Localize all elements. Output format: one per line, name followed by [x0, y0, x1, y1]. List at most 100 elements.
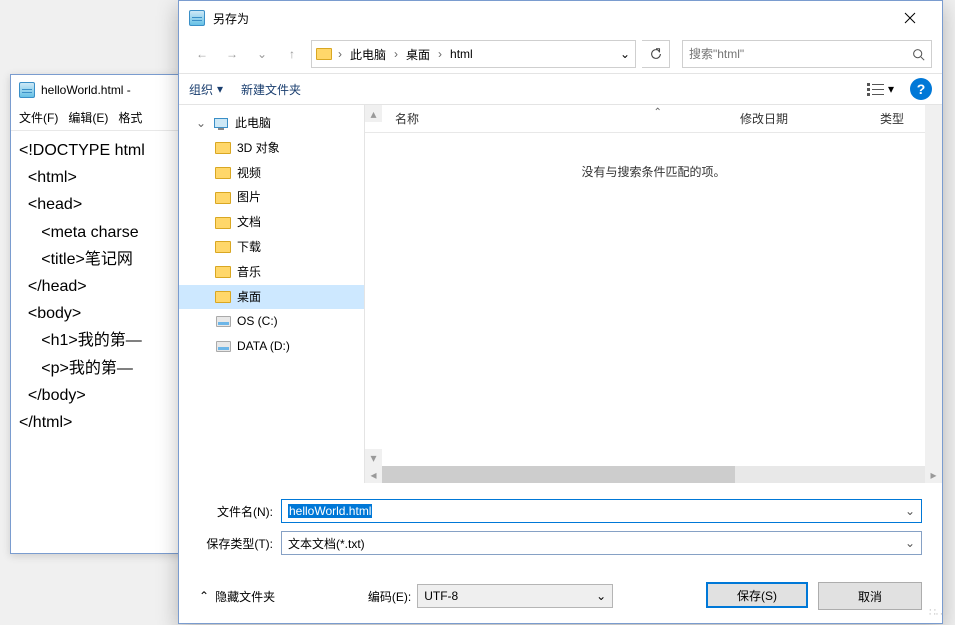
column-headers: ⌃ 名称 修改日期 类型 [365, 105, 942, 133]
menu-edit[interactable]: 编辑(E) [68, 109, 108, 126]
tree-item-label: DATA (D:) [237, 338, 290, 355]
chevron-down-icon: ⌄ [620, 47, 630, 61]
tree-scrollbar[interactable]: ▴ ▾ [365, 105, 382, 466]
tree-item-label: 3D 对象 [237, 140, 280, 157]
chevron-down-icon: ⌄ [905, 536, 915, 550]
folder-tree[interactable]: ⌄ 此电脑 3D 对象视频图片文档下载音乐桌面 OS (C:) DATA (D:) [179, 105, 365, 483]
main-pane: ⌄ 此电脑 3D 对象视频图片文档下载音乐桌面 OS (C:) DATA (D:) ▴ … [179, 105, 942, 483]
arrow-up-icon: ↑ [289, 47, 295, 61]
breadcrumb-bar[interactable]: › 此电脑 › 桌面 › html ⌄ [311, 40, 636, 68]
disk-icon [216, 316, 231, 327]
chevron-down-icon: ▾ [888, 82, 894, 96]
tree-item--[interactable]: 下载 [179, 235, 364, 260]
chevron-down-icon: ▾ [217, 82, 223, 96]
tree-item--[interactable]: 音乐 [179, 260, 364, 285]
file-list-area: ▴ ▾ ⌃ 名称 修改日期 类型 没有与搜索条件匹配的项。 ◂ ▸ [365, 105, 942, 483]
vertical-scrollbar[interactable] [925, 105, 942, 466]
tree-item--[interactable]: 图片 [179, 185, 364, 210]
filename-input[interactable]: helloWorld.html [288, 504, 372, 518]
tree-item-label: 音乐 [237, 264, 261, 281]
empty-state: 没有与搜索条件匹配的项。 [365, 133, 942, 466]
filetype-value: 文本文档(*.txt) [282, 535, 365, 552]
column-modified[interactable]: 修改日期 [732, 110, 872, 127]
nav-recent-button[interactable]: ⌄ [249, 41, 275, 67]
arrow-left-icon: ← [196, 47, 208, 61]
close-button[interactable] [888, 3, 932, 33]
filetype-combobox[interactable]: 文本文档(*.txt) ⌄ [281, 531, 922, 555]
dialog-titlebar[interactable]: 另存为 [179, 1, 942, 35]
menu-format[interactable]: 格式 [118, 109, 142, 126]
expand-icon[interactable]: ⌄ [195, 115, 207, 132]
filename-combobox[interactable]: helloWorld.html ⌄ [281, 499, 922, 523]
notepad-title-text: helloWorld.html - [41, 83, 131, 97]
save-button[interactable]: 保存(S) [706, 582, 808, 608]
nav-forward-button[interactable]: → [219, 41, 245, 67]
scroll-down-icon[interactable]: ▾ [365, 449, 382, 466]
sort-asc-icon: ⌃ [654, 107, 662, 118]
scroll-left-icon[interactable]: ◂ [365, 466, 382, 483]
arrow-right-icon: → [226, 47, 238, 61]
resize-grip[interactable]: ⠠⠄⠠⠤⠄ [926, 607, 940, 621]
chevron-down-icon: ⌄ [905, 504, 915, 518]
tree-item-label: 文档 [237, 214, 261, 231]
toolbar: 组织 ▾ 新建文件夹 ▾ ? [179, 73, 942, 105]
filetype-dropdown[interactable]: ⌄ [899, 536, 921, 550]
chevron-down-icon: ⌄ [596, 589, 606, 603]
save-as-dialog: 另存为 ← → ⌄ ↑ › 此电脑 › 桌面 › html ⌄ [178, 0, 943, 624]
horizontal-scrollbar[interactable]: ◂ ▸ [365, 466, 942, 483]
folder-icon [215, 142, 231, 154]
folder-icon [215, 167, 231, 179]
chevron-right-icon: › [436, 47, 444, 61]
nav-row: ← → ⌄ ↑ › 此电脑 › 桌面 › html ⌄ [179, 35, 942, 73]
nav-back-button[interactable]: ← [189, 41, 215, 67]
refresh-button[interactable] [642, 40, 670, 68]
scroll-right-icon[interactable]: ▸ [925, 466, 942, 483]
tree-item-label: OS (C:) [237, 313, 278, 330]
encoding-label: 编码(E): [368, 588, 411, 605]
scrollbar-thumb[interactable] [927, 225, 940, 305]
tree-item--[interactable]: ⌄ 此电脑 [179, 111, 364, 136]
tree-item-label: 桌面 [237, 289, 261, 306]
hide-folders-toggle[interactable]: ⌃ 隐藏文件夹 [199, 588, 275, 605]
folder-icon [215, 266, 231, 278]
folder-icon [316, 48, 332, 60]
dialog-icon [189, 10, 205, 26]
folder-icon [215, 291, 231, 303]
tree-item-label: 此电脑 [235, 115, 271, 132]
menu-file[interactable]: 文件(F) [19, 109, 58, 126]
folder-icon [215, 192, 231, 204]
new-folder-button[interactable]: 新建文件夹 [241, 81, 301, 98]
tree-item--[interactable]: 视频 [179, 161, 364, 186]
help-button[interactable]: ? [910, 78, 932, 100]
refresh-icon [649, 47, 663, 61]
search-input[interactable] [683, 47, 905, 61]
breadcrumb-html[interactable]: html [444, 41, 479, 67]
breadcrumb-dropdown[interactable]: ⌄ [615, 47, 635, 61]
scrollbar-thumb[interactable] [382, 466, 735, 483]
tree-item-label: 图片 [237, 189, 261, 206]
column-name[interactable]: 名称 [387, 110, 732, 127]
chevron-up-icon: ⌃ [199, 589, 209, 603]
encoding-value: UTF-8 [424, 589, 458, 603]
tree-item-data-d-[interactable]: DATA (D:) [179, 334, 364, 359]
organize-menu[interactable]: 组织 ▾ [189, 81, 223, 98]
breadcrumb-this-pc[interactable]: 此电脑 [344, 41, 392, 67]
filename-dropdown[interactable]: ⌄ [899, 504, 921, 518]
search-button[interactable] [905, 48, 931, 61]
view-options[interactable]: ▾ [863, 80, 898, 98]
search-box[interactable] [682, 40, 932, 68]
tree-item--[interactable]: 桌面 [179, 285, 364, 310]
tree-item-os-c-[interactable]: OS (C:) [179, 309, 364, 334]
cancel-button[interactable]: 取消 [818, 582, 922, 610]
tree-item-3d-[interactable]: 3D 对象 [179, 136, 364, 161]
tree-item-label: 视频 [237, 165, 261, 182]
close-icon [904, 12, 916, 24]
encoding-combobox[interactable]: UTF-8 ⌄ [417, 584, 613, 608]
new-folder-label: 新建文件夹 [241, 81, 301, 98]
disk-icon [216, 341, 231, 352]
chevron-down-icon: ⌄ [257, 47, 267, 61]
breadcrumb-desktop[interactable]: 桌面 [400, 41, 436, 67]
tree-item-label: 下载 [237, 239, 261, 256]
tree-item--[interactable]: 文档 [179, 210, 364, 235]
nav-up-button[interactable]: ↑ [279, 41, 305, 67]
